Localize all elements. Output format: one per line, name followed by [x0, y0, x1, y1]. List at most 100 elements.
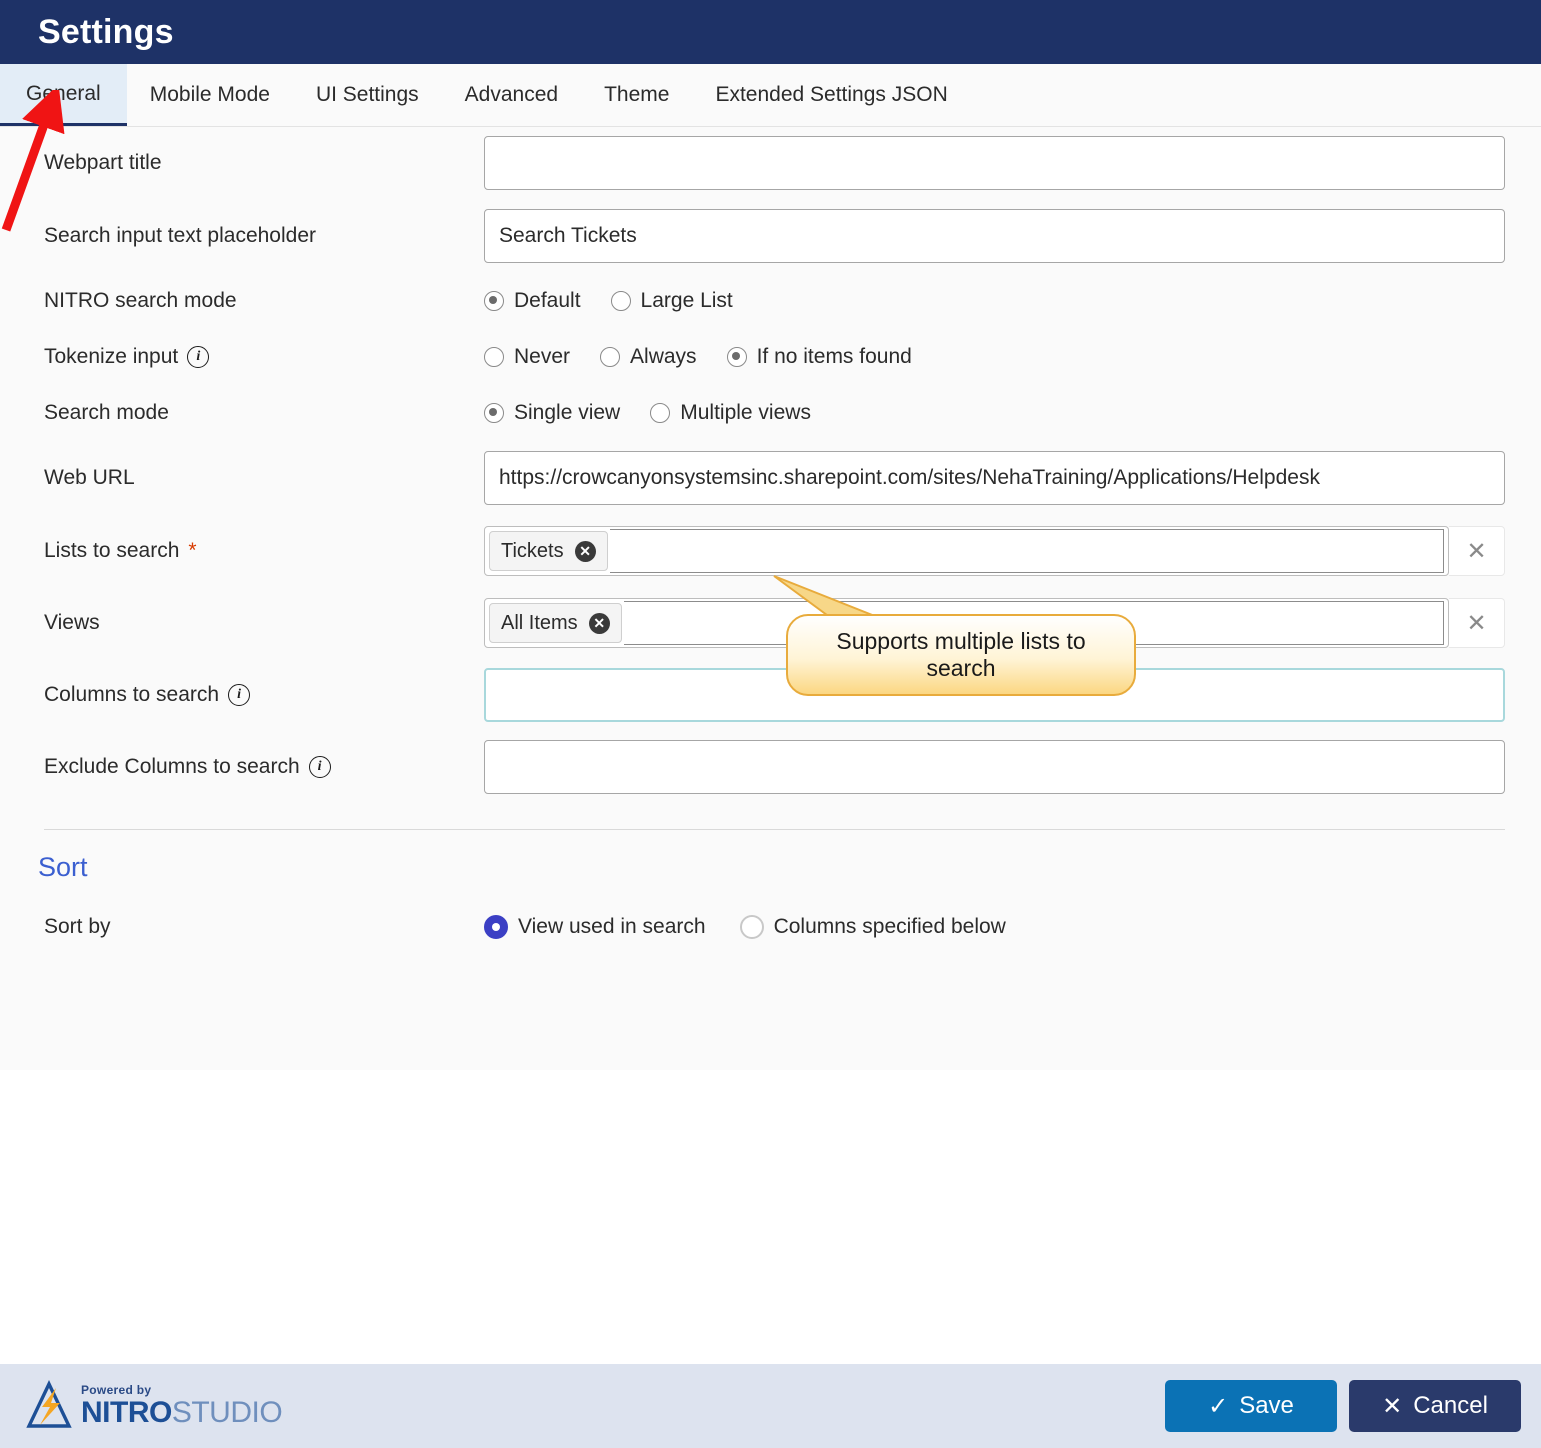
callout-text: Supports multiple lists to search: [836, 627, 1086, 681]
radio-indicator: [650, 403, 671, 423]
search-mode-label: Search mode: [44, 401, 169, 424]
field-row-sort-by: Sort by View used in search Columns spec…: [0, 883, 1541, 971]
field-row-web-url: Web URL: [0, 441, 1541, 515]
radio-indicator: [600, 347, 621, 367]
settings-tabstrip: General Mobile Mode UI Settings Advanced…: [0, 64, 1541, 127]
tab-label: Advanced: [464, 83, 559, 106]
radio-sort-view-used-in-search[interactable]: View used in search: [484, 915, 706, 939]
tab-label: Theme: [604, 83, 670, 106]
tab-mobile-mode[interactable]: Mobile Mode: [127, 64, 293, 126]
webpart-title-label: Webpart title: [44, 151, 162, 174]
field-row-tokenize-input: Tokenize input i Never Always If no item…: [0, 329, 1541, 385]
chip-all-items[interactable]: All Items ✕: [489, 603, 622, 643]
radio-sort-columns-specified-below[interactable]: Columns specified below: [739, 915, 1006, 939]
footer-bar: Powered by NITROSTUDIO ✓ Save ✕ Cancel: [0, 1364, 1541, 1448]
radio-indicator: [610, 291, 631, 311]
radio-label: Never: [514, 345, 571, 368]
tab-general[interactable]: General: [0, 64, 127, 126]
lists-to-search-label: Lists to search *: [44, 539, 197, 562]
lists-to-search-clear-button[interactable]: ✕: [1449, 526, 1505, 576]
radio-label: Columns specified below: [773, 915, 1006, 938]
field-row-lists-to-search: Lists to search * Tickets ✕ ✕: [0, 515, 1541, 587]
sort-by-radio-group: View used in search Columns specified be…: [484, 915, 1006, 939]
chip-remove-icon[interactable]: ✕: [588, 612, 610, 634]
web-url-label: Web URL: [44, 466, 135, 489]
tab-advanced[interactable]: Advanced: [442, 64, 581, 126]
field-row-nitro-search-mode: NITRO search mode Default Large List: [0, 273, 1541, 329]
radio-indicator: [484, 347, 504, 367]
radio-nitro-large-list[interactable]: Large List: [610, 289, 733, 313]
close-icon: ✕: [1382, 1392, 1403, 1420]
radio-label: Large List: [640, 289, 733, 312]
search-placeholder-input[interactable]: [484, 209, 1505, 263]
chip-tickets[interactable]: Tickets ✕: [489, 531, 608, 571]
web-url-input[interactable]: [484, 451, 1505, 505]
views-clear-button[interactable]: ✕: [1449, 598, 1505, 648]
sort-section-title: Sort: [38, 852, 88, 882]
radio-indicator: [726, 347, 747, 367]
field-row-views: Views All Items ✕ ✕: [0, 587, 1541, 659]
page-title: Settings: [38, 13, 174, 51]
tab-label: Extended Settings JSON: [715, 83, 948, 106]
search-placeholder-label: Search input text placeholder: [44, 224, 317, 247]
chip-remove-icon[interactable]: ✕: [574, 540, 596, 562]
brand-studio: STUDIO: [171, 1396, 283, 1429]
annotation-callout: Supports multiple lists to search: [786, 614, 1136, 696]
radio-search-mode-multiple-views[interactable]: Multiple views: [650, 401, 811, 425]
tokenize-input-radio-group: Never Always If no items found: [484, 345, 912, 369]
tab-extended-settings-json[interactable]: Extended Settings JSON: [692, 64, 970, 126]
exclude-columns-to-search-input[interactable]: [484, 740, 1505, 794]
views-label: Views: [44, 611, 100, 634]
chip-label: Tickets: [501, 539, 564, 562]
nitro-search-mode-label: NITRO search mode: [44, 289, 237, 312]
chip-label: All Items: [501, 611, 578, 634]
nitro-lightning-triangle-icon: [26, 1380, 72, 1428]
radio-label: Always: [630, 345, 697, 368]
field-row-webpart-title: Webpart title: [0, 127, 1541, 199]
radio-nitro-default[interactable]: Default: [484, 289, 581, 313]
radio-search-mode-single-view[interactable]: Single view: [484, 401, 620, 425]
powered-by-label: Powered by: [81, 1383, 152, 1397]
exclude-columns-to-search-label: Exclude Columns to search i: [44, 755, 484, 779]
lists-to-search-multiselect[interactable]: Tickets ✕ ✕: [484, 526, 1505, 576]
multiselect-body[interactable]: Tickets ✕: [484, 526, 1449, 576]
brand-name: NITROSTUDIO: [81, 1396, 283, 1429]
radio-indicator: [484, 403, 504, 423]
footer-actions: ✓ Save ✕ Cancel: [1165, 1380, 1521, 1432]
radio-label: Multiple views: [680, 401, 811, 424]
radio-indicator: [739, 915, 764, 939]
required-marker: *: [188, 539, 197, 562]
info-icon[interactable]: i: [308, 756, 331, 778]
tab-label: General: [26, 81, 101, 105]
radio-tokenize-never[interactable]: Never: [484, 345, 570, 369]
app-header: Settings: [0, 0, 1541, 64]
cancel-button-label: Cancel: [1413, 1392, 1488, 1419]
info-icon[interactable]: i: [228, 684, 251, 706]
radio-label: Default: [514, 289, 581, 312]
sort-by-label: Sort by: [44, 915, 111, 938]
radio-tokenize-if-no-items-found[interactable]: If no items found: [726, 345, 912, 369]
radio-label: Single view: [514, 401, 621, 424]
save-button[interactable]: ✓ Save: [1165, 1380, 1337, 1432]
field-row-search-placeholder: Search input text placeholder: [0, 199, 1541, 273]
columns-to-search-label: Columns to search i: [44, 683, 484, 707]
nitro-search-mode-radio-group: Default Large List: [484, 289, 733, 313]
radio-tokenize-always[interactable]: Always: [600, 345, 697, 369]
radio-indicator: [484, 915, 508, 939]
lists-to-search-input[interactable]: [609, 529, 1444, 573]
tab-ui-settings[interactable]: UI Settings: [293, 64, 442, 126]
logo-text: Powered by NITROSTUDIO: [81, 1383, 283, 1429]
tab-label: Mobile Mode: [149, 83, 270, 106]
radio-label: View used in search: [518, 915, 706, 938]
nitro-studio-logo: Powered by NITROSTUDIO: [26, 1380, 283, 1432]
general-settings-form: Webpart title Search input text placehol…: [0, 127, 1541, 1070]
save-button-label: Save: [1239, 1392, 1294, 1419]
radio-label: If no items found: [756, 345, 912, 368]
check-icon: ✓: [1208, 1392, 1229, 1420]
info-icon[interactable]: i: [187, 346, 210, 368]
tab-theme[interactable]: Theme: [581, 64, 692, 126]
webpart-title-input[interactable]: [484, 136, 1505, 190]
cancel-button[interactable]: ✕ Cancel: [1349, 1380, 1521, 1432]
field-row-columns-to-search: Columns to search i: [0, 659, 1541, 731]
tokenize-input-label: Tokenize input i: [44, 345, 484, 369]
